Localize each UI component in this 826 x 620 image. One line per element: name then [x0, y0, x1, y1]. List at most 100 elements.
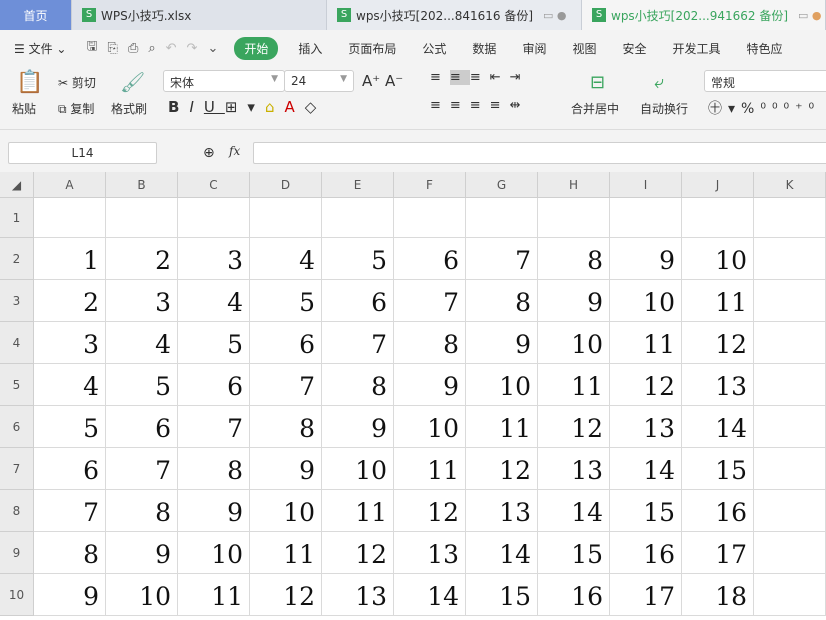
- merge-icon[interactable]: ⊟: [590, 72, 605, 93]
- redo-icon[interactable]: ↷: [187, 41, 198, 56]
- column-header-C[interactable]: C: [178, 172, 250, 198]
- cell-C1[interactable]: [178, 198, 250, 238]
- cell-C7[interactable]: 8: [178, 448, 250, 490]
- cell-F8[interactable]: 12: [394, 490, 466, 532]
- cell-J10[interactable]: 18: [682, 574, 754, 616]
- cell-D1[interactable]: [250, 198, 322, 238]
- cell-K4[interactable]: [754, 322, 826, 364]
- tab-workbook-3[interactable]: Swps小技巧[202...941662 备份] ▭ ●: [582, 0, 826, 30]
- tab-developer[interactable]: 开发工具: [672, 40, 720, 57]
- cell-F5[interactable]: 9: [394, 364, 466, 406]
- row-header-5[interactable]: 5: [0, 364, 34, 406]
- format-painter-button[interactable]: 格式刷: [111, 100, 147, 117]
- cell-H7[interactable]: 13: [538, 448, 610, 490]
- row-header-8[interactable]: 8: [0, 490, 34, 532]
- cell-A7[interactable]: 6: [34, 448, 106, 490]
- row-header-4[interactable]: 4: [0, 322, 34, 364]
- export-icon[interactable]: ⎘: [108, 41, 118, 56]
- column-header-A[interactable]: A: [34, 172, 106, 198]
- cell-E6[interactable]: 9: [322, 406, 394, 448]
- cell-J2[interactable]: 10: [682, 238, 754, 280]
- cell-I3[interactable]: 10: [610, 280, 682, 322]
- cell-E5[interactable]: 8: [322, 364, 394, 406]
- preview-icon[interactable]: ⌕: [148, 41, 155, 56]
- cell-A3[interactable]: 2: [34, 280, 106, 322]
- cell-C2[interactable]: 3: [178, 238, 250, 280]
- cell-C6[interactable]: 7: [178, 406, 250, 448]
- cell-G4[interactable]: 9: [466, 322, 538, 364]
- cell-H5[interactable]: 11: [538, 364, 610, 406]
- cell-B1[interactable]: [106, 198, 178, 238]
- cell-B2[interactable]: 2: [106, 238, 178, 280]
- cell-D4[interactable]: 6: [250, 322, 322, 364]
- row-header-10[interactable]: 10: [0, 574, 34, 616]
- undo-icon[interactable]: ↶: [166, 41, 177, 56]
- tab-view[interactable]: 视图: [572, 40, 596, 57]
- formula-input[interactable]: [253, 142, 826, 164]
- font-size-select[interactable]: 24 ▼: [284, 70, 354, 92]
- font-name-select[interactable]: 宋体 ▼: [163, 70, 285, 92]
- row-header-1[interactable]: 1: [0, 198, 34, 238]
- cell-G5[interactable]: 10: [466, 364, 538, 406]
- cell-J7[interactable]: 15: [682, 448, 754, 490]
- tab-page-layout[interactable]: 页面布局: [348, 40, 396, 57]
- number-format-buttons[interactable]: ㊉▾%⁰⁰⁰⁺⁰: [708, 98, 820, 118]
- cell-D10[interactable]: 12: [250, 574, 322, 616]
- cell-I4[interactable]: 11: [610, 322, 682, 364]
- cell-I5[interactable]: 12: [610, 364, 682, 406]
- row-header-3[interactable]: 3: [0, 280, 34, 322]
- cell-C10[interactable]: 11: [178, 574, 250, 616]
- cell-F2[interactable]: 6: [394, 238, 466, 280]
- cell-E4[interactable]: 7: [322, 322, 394, 364]
- cell-H3[interactable]: 9: [538, 280, 610, 322]
- row-header-6[interactable]: 6: [0, 406, 34, 448]
- row-header-9[interactable]: 9: [0, 532, 34, 574]
- cell-A8[interactable]: 7: [34, 490, 106, 532]
- cell-H10[interactable]: 16: [538, 574, 610, 616]
- font-grow-icon[interactable]: A⁺ A⁻: [362, 72, 403, 90]
- cell-K9[interactable]: [754, 532, 826, 574]
- cell-E9[interactable]: 12: [322, 532, 394, 574]
- print-icon[interactable]: ⎙: [128, 41, 138, 56]
- cell-J6[interactable]: 14: [682, 406, 754, 448]
- cell-H1[interactable]: [538, 198, 610, 238]
- cell-I10[interactable]: 17: [610, 574, 682, 616]
- cell-J3[interactable]: 11: [682, 280, 754, 322]
- cell-K5[interactable]: [754, 364, 826, 406]
- zoom-formula-icon[interactable]: ⊕: [203, 145, 215, 161]
- cell-E7[interactable]: 10: [322, 448, 394, 490]
- customize-icon[interactable]: ⌄: [207, 41, 218, 56]
- cell-A2[interactable]: 1: [34, 238, 106, 280]
- tab-workbook-1[interactable]: S WPS小技巧.xlsx: [72, 0, 327, 30]
- cell-K3[interactable]: [754, 280, 826, 322]
- tab-security[interactable]: 安全: [622, 40, 646, 57]
- cell-D2[interactable]: 4: [250, 238, 322, 280]
- font-style-buttons[interactable]: BIU⊞▾⌂A◇: [168, 98, 326, 116]
- cell-B3[interactable]: 3: [106, 280, 178, 322]
- cell-K1[interactable]: [754, 198, 826, 238]
- cell-A10[interactable]: 9: [34, 574, 106, 616]
- cell-D7[interactable]: 9: [250, 448, 322, 490]
- fx-button[interactable]: fx: [229, 144, 240, 158]
- monitor-icon[interactable]: ▭ ●: [798, 9, 822, 22]
- copy-button[interactable]: ⧉ 复制: [58, 100, 94, 117]
- cut-button[interactable]: ✂ 剪切: [58, 74, 96, 91]
- wrap-text-button[interactable]: 自动换行: [640, 100, 688, 117]
- cell-G2[interactable]: 7: [466, 238, 538, 280]
- cell-D3[interactable]: 5: [250, 280, 322, 322]
- cell-K10[interactable]: [754, 574, 826, 616]
- cell-K8[interactable]: [754, 490, 826, 532]
- monitor-icon[interactable]: ▭ ●: [543, 9, 567, 22]
- cell-F4[interactable]: 8: [394, 322, 466, 364]
- column-header-B[interactable]: B: [106, 172, 178, 198]
- align-bottom-row[interactable]: ≡≡≡≡⇹: [430, 98, 529, 113]
- cell-G8[interactable]: 13: [466, 490, 538, 532]
- cell-K7[interactable]: [754, 448, 826, 490]
- column-header-E[interactable]: E: [322, 172, 394, 198]
- column-header-G[interactable]: G: [466, 172, 538, 198]
- cell-I9[interactable]: 16: [610, 532, 682, 574]
- cell-J8[interactable]: 16: [682, 490, 754, 532]
- paste-icon[interactable]: 📋: [16, 70, 43, 95]
- cell-C9[interactable]: 10: [178, 532, 250, 574]
- cell-J1[interactable]: [682, 198, 754, 238]
